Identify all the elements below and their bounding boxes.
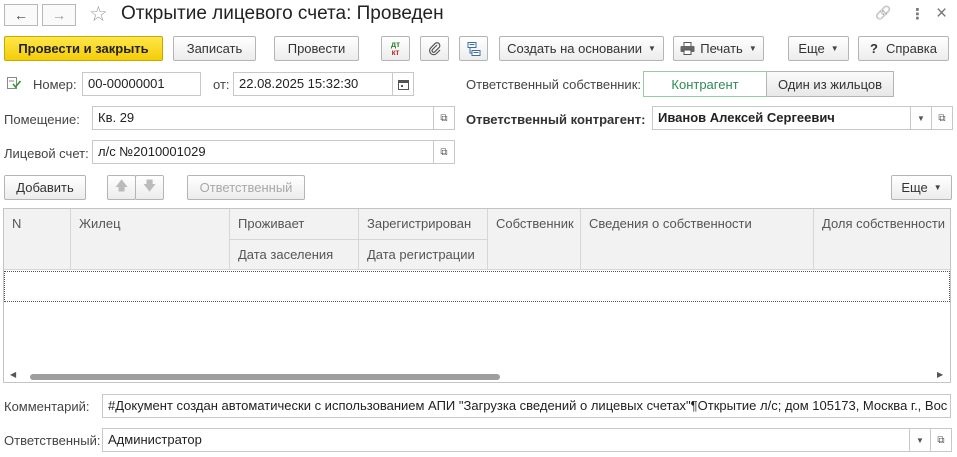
save-label: Записать [186,41,243,56]
caret-down-icon: ▼ [917,113,925,123]
back-button[interactable]: ← [4,4,38,26]
close-icon[interactable]: × [936,3,947,25]
responsible-field[interactable]: Администратор [102,428,910,452]
scroll-right-icon[interactable]: ▶ [937,370,943,379]
help-icon: ? [870,41,878,56]
open-form-icon: ⧉ [440,112,448,124]
arrow-right-icon: → [52,7,66,23]
post-and-close-label: Провести и закрыть [18,41,149,56]
column-header-registered[interactable]: Зарегистрирован [359,209,488,240]
column-header-registration-date[interactable]: Дата регистрации [359,240,488,270]
account-label: Лицевой счет: [4,146,89,161]
more-button[interactable]: Еще ▼ [788,36,849,61]
responsible-open-button[interactable]: ⧉ [930,428,952,452]
column-header-ownership-share[interactable]: Доля собственности [814,209,950,270]
table-more-button[interactable]: Еще ▼ [891,175,952,200]
column-header-lives[interactable]: Проживает [230,209,359,240]
save-button[interactable]: Записать [173,36,256,61]
calendar-icon [397,79,409,90]
residents-table[interactable]: N Жилец Проживает Дата заселения Зарегис… [3,208,951,383]
add-label: Добавить [16,180,74,195]
link-icon[interactable]: 🔗 [875,5,891,21]
arrow-down-icon: 🡇 [142,177,157,193]
printer-icon [680,42,695,55]
scroll-left-icon[interactable]: ◀ [10,370,16,379]
contractor-open-button[interactable]: ⧉ [931,106,953,130]
responsible-dropdown-button[interactable]: ▼ [909,428,931,452]
premises-open-button[interactable]: ⧉ [433,106,455,130]
print-label: Печать [700,41,743,56]
caret-down-icon: ▼ [830,44,839,53]
responsible-label: Ответственный: [4,433,101,448]
posted-status-icon [7,77,21,89]
post-and-close-button[interactable]: Провести и закрыть [4,36,163,61]
move-down-button[interactable]: 🡇 [135,175,164,200]
responsible-contractor-label: Ответственный контрагент: [466,112,646,127]
move-up-button[interactable]: 🡅 [107,175,136,200]
table-more-label: Еще [901,180,928,195]
column-header-resident[interactable]: Жилец [71,209,230,270]
account-field[interactable]: л/с №2010001029 [92,140,434,164]
page-title: Открытие лицевого счета: Проведен [121,3,444,24]
number-label: Номер: [33,77,77,92]
help-label: Справка [885,41,937,56]
favorite-star-icon[interactable]: ☆ [89,2,108,27]
date-field[interactable]: 22.08.2025 15:32:30 [233,72,393,96]
caret-down-icon: ▼ [916,435,924,445]
post-button[interactable]: Провести [274,36,359,61]
date-label: от: [213,77,230,92]
owner-option-contractor[interactable]: Контрагент [643,71,767,97]
table-row[interactable] [4,271,950,302]
paperclip-icon [428,41,440,55]
dt-kt-icon: дт кт [391,40,400,57]
scrollbar-thumb[interactable] [30,374,500,380]
arrow-left-icon: ← [14,7,28,23]
dt-kt-button[interactable]: дт кт [381,36,410,61]
create-based-on-label: Создать на основании [507,41,642,56]
comment-field[interactable]: #Документ создан автоматически с использ… [102,394,951,418]
forward-button[interactable]: → [42,4,76,26]
document-structure-icon [467,41,480,56]
attach-button[interactable] [420,36,449,61]
caret-down-icon: ▼ [748,44,757,53]
more-label: Еще [798,41,825,56]
contractor-dropdown-button[interactable]: ▼ [910,106,932,130]
premises-label: Помещение: [4,112,80,127]
column-header-ownership-info[interactable]: Сведения о собственности [581,209,814,270]
kt-label: кт [391,47,400,57]
number-field[interactable]: 00-00000001 [82,72,201,96]
print-button[interactable]: Печать ▼ [673,36,764,61]
set-responsible-button[interactable]: Ответственный [187,175,305,200]
help-button[interactable]: ? Справка [858,36,949,61]
arrow-up-icon: 🡅 [114,177,129,193]
owner-option-resident[interactable]: Один из жильцов [766,71,894,97]
caret-down-icon: ▼ [933,183,942,192]
comment-label: Комментарий: [4,399,90,414]
structure-button[interactable] [459,36,488,61]
horizontal-scrollbar[interactable]: ◀ ▶ [4,370,950,382]
create-based-on-button[interactable]: Создать на основании ▼ [499,36,664,61]
open-form-icon: ⧉ [440,146,448,158]
column-header-owner[interactable]: Собственник [488,209,581,270]
set-responsible-label: Ответственный [199,180,293,195]
more-vertical-icon[interactable]: ⋮ [910,5,925,23]
open-form-icon: ⧉ [938,112,946,124]
open-form-icon: ⧉ [937,434,945,446]
premises-field[interactable]: Кв. 29 [92,106,434,130]
responsible-contractor-field[interactable]: Иванов Алексей Сергеевич [652,106,911,130]
responsible-owner-label: Ответственный собственник: [466,77,641,92]
column-header-n[interactable]: N [4,209,71,270]
calendar-button[interactable] [392,72,414,96]
add-row-button[interactable]: Добавить [4,175,86,200]
caret-down-icon: ▼ [647,44,656,53]
account-open-button[interactable]: ⧉ [433,140,455,164]
post-label: Провести [287,41,346,56]
column-header-move-in-date[interactable]: Дата заселения [230,240,359,270]
